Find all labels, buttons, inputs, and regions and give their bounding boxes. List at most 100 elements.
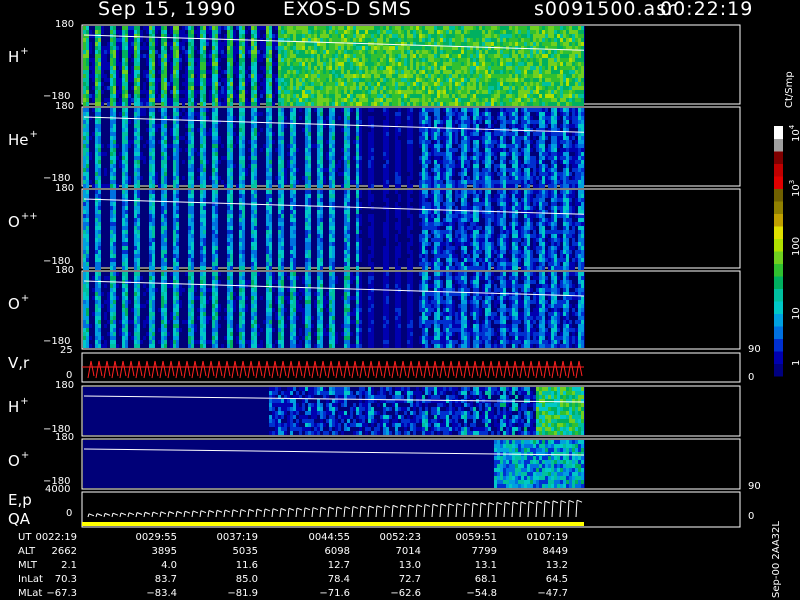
spectrogram-cell [374, 50, 377, 54]
spectrogram-cell [401, 58, 404, 62]
spectrogram-cell [434, 112, 437, 116]
spectrogram-cell [164, 62, 167, 66]
spectrogram-cell [344, 168, 347, 172]
spectrogram-cell [398, 30, 401, 34]
spectrogram-cell [548, 78, 551, 82]
spectrogram-cell [359, 94, 362, 98]
spectrogram-cell [527, 34, 530, 38]
spectrogram-cell [542, 136, 545, 140]
spectrogram-cell [452, 102, 455, 106]
spectrogram-cell [482, 172, 485, 176]
spectrogram-cell [254, 108, 257, 112]
spectrogram-cell [542, 112, 545, 116]
spectrogram-cell [386, 34, 389, 38]
spectrogram-cell [428, 140, 431, 144]
spectrogram-cell [266, 58, 269, 62]
spectrogram-cell [458, 160, 461, 164]
spectrogram-cell [434, 94, 437, 98]
spectrogram-cell [230, 160, 233, 164]
spectrogram-cell [338, 160, 341, 164]
spectrogram-cell [254, 184, 257, 188]
spectrogram-cell [161, 152, 164, 156]
spectrogram-cell [185, 66, 188, 70]
spectrogram-cell [221, 86, 224, 90]
spectrogram-cell [443, 26, 446, 30]
spectrogram-cell [197, 70, 200, 74]
spectrogram-cell [479, 136, 482, 140]
spectrogram-cell [527, 180, 530, 184]
spectrogram-cell [554, 66, 557, 70]
spectrogram-cell [203, 46, 206, 50]
spectrogram-cell [269, 86, 272, 90]
spectrogram-cell [125, 70, 128, 74]
spectrogram-cell [431, 38, 434, 42]
spectrogram-cell [149, 78, 152, 82]
spectrogram-cell [266, 112, 269, 116]
spectrogram-cell [290, 98, 293, 102]
spectrogram-cell [281, 176, 284, 180]
spectrogram-cell [431, 148, 434, 152]
spectrogram-cell [491, 70, 494, 74]
spectrogram-cell [287, 164, 290, 168]
spectrogram-cell [128, 120, 131, 124]
spectrogram-cell [482, 46, 485, 50]
spectrogram-cell [212, 54, 215, 58]
spectrogram-cell [317, 140, 320, 144]
spectrogram-cell [545, 82, 548, 86]
spectrogram-cell [95, 50, 98, 54]
spectrogram-cell [509, 34, 512, 38]
spectrogram-cell [257, 34, 260, 38]
spectrogram-cell [335, 82, 338, 86]
spectrogram-cell [182, 98, 185, 102]
spectrogram-cell [266, 164, 269, 168]
spectrogram-cell [515, 78, 518, 82]
spectrogram-cell [110, 90, 113, 94]
spectrogram-cell [452, 180, 455, 184]
spectrogram-cell [113, 152, 116, 156]
spectrogram-cell [332, 38, 335, 42]
spectrogram-cell [548, 156, 551, 160]
spectrogram-cell [311, 82, 314, 86]
spectrogram-cell [185, 90, 188, 94]
spectrogram-cell [95, 42, 98, 46]
spectrogram-cell [107, 66, 110, 70]
spectrogram-cell [437, 102, 440, 106]
spectrogram-cell [311, 34, 314, 38]
spectrogram-cell [464, 172, 467, 176]
spectrogram-cell [434, 50, 437, 54]
spectrogram-cell [548, 120, 551, 124]
spectrogram-cell [308, 184, 311, 188]
spectrogram-cell [335, 90, 338, 94]
spectrogram-cell [374, 74, 377, 78]
spectrogram-cell [443, 120, 446, 124]
spectrogram-cell [467, 66, 470, 70]
spectrogram-cell [185, 132, 188, 136]
spectrogram-cell [125, 50, 128, 54]
spectrogram-cell [395, 98, 398, 102]
spectrogram-cell [176, 176, 179, 180]
spectrogram-cell [470, 132, 473, 136]
spectrogram-cell [134, 46, 137, 50]
spectrogram-cell [257, 26, 260, 30]
spectrogram-cell [446, 152, 449, 156]
spectrogram-cell [152, 176, 155, 180]
spectrogram-cell [107, 62, 110, 66]
spectrogram-cell [407, 98, 410, 102]
spectrogram-cell [122, 54, 125, 58]
spectrogram-cell [110, 26, 113, 30]
spectrogram-cell [545, 176, 548, 180]
spectrogram-cell [485, 160, 488, 164]
spectrogram-cell [443, 160, 446, 164]
spectrogram-cell [92, 66, 95, 70]
spectrogram-cell [230, 94, 233, 98]
spectrogram-cell [479, 180, 482, 184]
spectrogram-cell [251, 124, 254, 128]
spectrogram-cell [146, 46, 149, 50]
spectrogram-cell [368, 102, 371, 106]
spectrogram-cell [137, 98, 140, 102]
spectrogram-cell [293, 50, 296, 54]
spectrogram-cell [182, 38, 185, 42]
spectrogram-cell [551, 58, 554, 62]
spectrogram-cell [122, 160, 125, 164]
spectrogram-cell [89, 58, 92, 62]
